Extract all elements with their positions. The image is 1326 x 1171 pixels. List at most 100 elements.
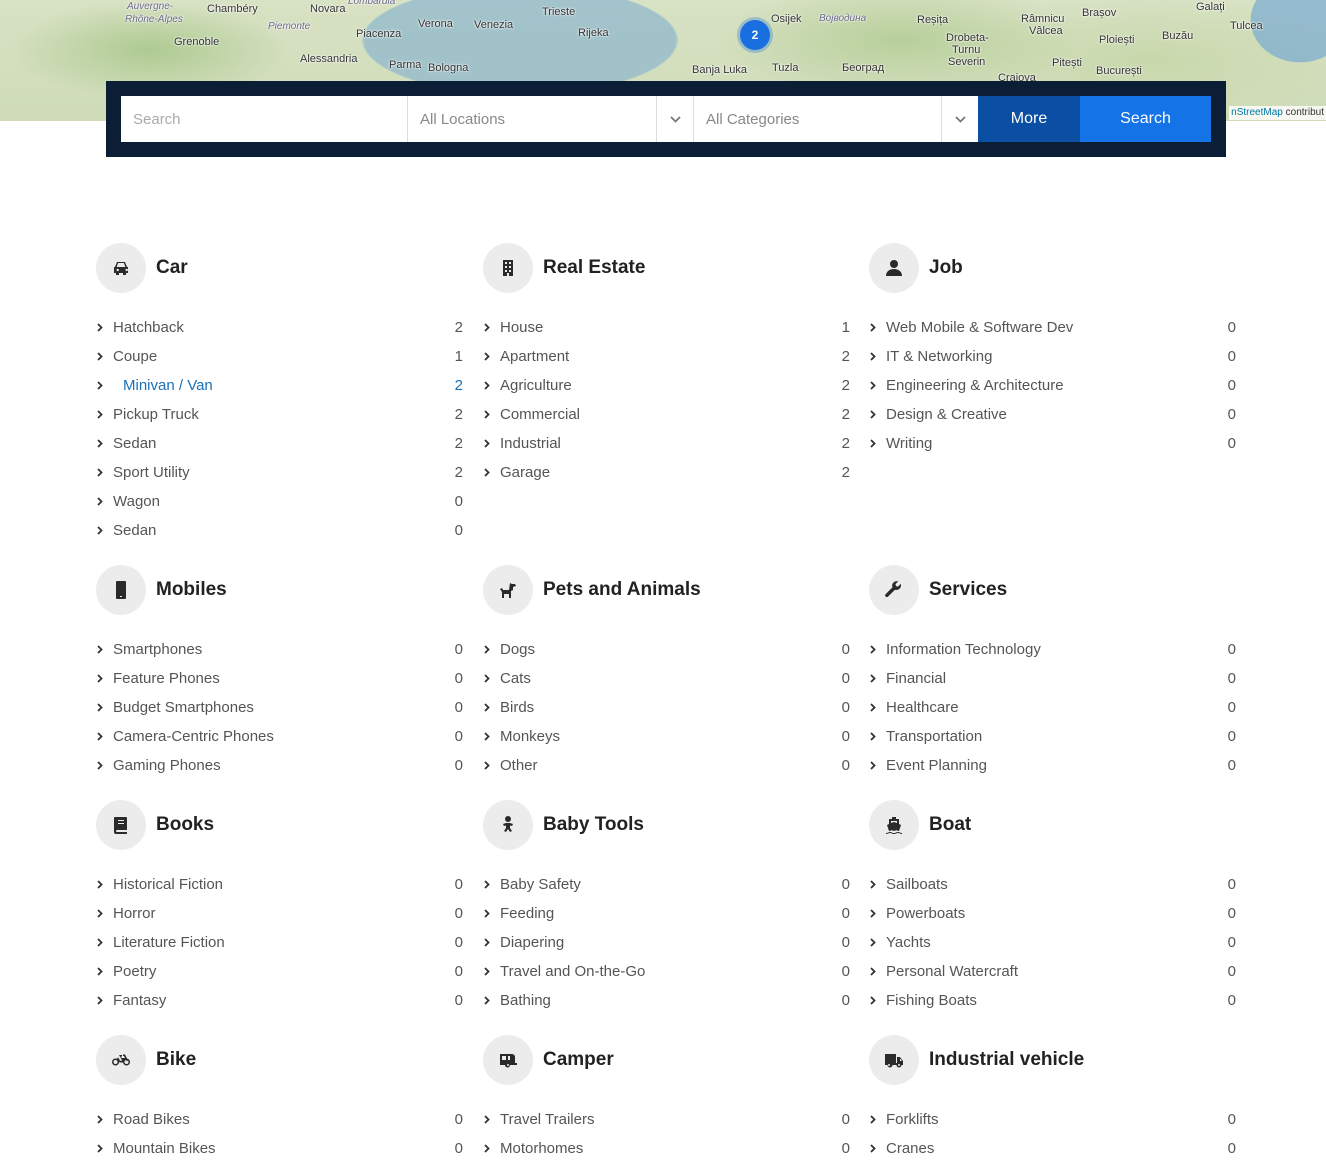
subcategory-link[interactable]: Wagon	[113, 493, 433, 510]
subcategory-item[interactable]: IT & Networking 0	[869, 342, 1236, 371]
subcategory-link[interactable]: Transportation	[886, 728, 1206, 745]
subcategory-link[interactable]: Financial	[886, 670, 1206, 687]
subcategory-link[interactable]: Dogs	[500, 641, 820, 658]
subcategory-link[interactable]: Travel and On-the-Go	[500, 963, 820, 980]
subcategory-link[interactable]: Web Mobile & Software Dev	[886, 319, 1206, 336]
subcategory-item[interactable]: Yachts 0	[869, 928, 1236, 957]
subcategory-link[interactable]: Mountain Bikes	[113, 1140, 433, 1157]
subcategory-item[interactable]: Agriculture 2	[483, 371, 850, 400]
subcategory-link[interactable]: Road Bikes	[113, 1111, 433, 1128]
subcategory-item[interactable]: Literature Fiction 0	[96, 928, 463, 957]
subcategory-item[interactable]: Engineering & Architecture 0	[869, 371, 1236, 400]
subcategory-link[interactable]: Personal Watercraft	[886, 963, 1206, 980]
subcategory-item[interactable]: Commercial 2	[483, 400, 850, 429]
category-title[interactable]: Boat	[929, 814, 971, 836]
subcategory-link[interactable]: House	[500, 319, 820, 336]
subcategory-item[interactable]: Industrial 2	[483, 429, 850, 458]
category-title[interactable]: Mobiles	[156, 579, 227, 601]
subcategory-item[interactable]: Monkeys 0	[483, 722, 850, 751]
category-header[interactable]: Mobiles	[96, 565, 463, 615]
subcategory-link[interactable]: Healthcare	[886, 699, 1206, 716]
subcategory-link[interactable]: Feeding	[500, 905, 820, 922]
subcategory-item[interactable]: Healthcare 0	[869, 693, 1236, 722]
category-header[interactable]: Boat	[869, 800, 1236, 850]
subcategory-item[interactable]: Sedan 2	[96, 429, 463, 458]
subcategory-link[interactable]: Event Planning	[886, 757, 1206, 774]
subcategory-item[interactable]: Hybrid Bikes0	[96, 1163, 463, 1171]
subcategory-link[interactable]: Poetry	[113, 963, 433, 980]
map-cluster-marker[interactable]: 2	[740, 20, 770, 50]
subcategory-item[interactable]: Sport Utility 2	[96, 458, 463, 487]
subcategory-item[interactable]: Bathing 0	[483, 986, 850, 1015]
category-title[interactable]: Car	[156, 257, 188, 279]
subcategory-item[interactable]: Coupe 1	[96, 342, 463, 371]
subcategory-item[interactable]: Historical Fiction 0	[96, 870, 463, 899]
search-button[interactable]: Search	[1080, 96, 1211, 142]
subcategory-item[interactable]: Fantasy 0	[96, 986, 463, 1015]
subcategory-item[interactable]: Budget Smartphones 0	[96, 693, 463, 722]
subcategory-link[interactable]: Historical Fiction	[113, 876, 433, 893]
subcategory-link[interactable]: Cats	[500, 670, 820, 687]
subcategory-item[interactable]: Road Bikes 0	[96, 1105, 463, 1134]
subcategory-link[interactable]: Feature Phones	[113, 670, 433, 687]
subcategory-item[interactable]: Motorhomes 0	[483, 1134, 850, 1163]
subcategory-link[interactable]: Writing	[886, 435, 1206, 452]
subcategory-link[interactable]: Motorhomes	[500, 1140, 820, 1157]
subcategory-item[interactable]: Event Planning 0	[869, 751, 1236, 780]
subcategory-link[interactable]: Budget Smartphones	[113, 699, 433, 716]
subcategory-item[interactable]: Baby Safety 0	[483, 870, 850, 899]
category-header[interactable]: Baby Tools	[483, 800, 850, 850]
subcategory-link[interactable]: Literature Fiction	[113, 934, 433, 951]
subcategory-link[interactable]: Gaming Phones	[113, 757, 433, 774]
category-header[interactable]: Services	[869, 565, 1236, 615]
category-header[interactable]: Bike	[96, 1035, 463, 1085]
subcategory-link[interactable]: Powerboats	[886, 905, 1206, 922]
subcategory-link[interactable]: Bathing	[500, 992, 820, 1009]
category-header[interactable]: Industrial vehicle	[869, 1035, 1236, 1085]
subcategory-item[interactable]: Sedan 0	[96, 516, 463, 545]
subcategory-item[interactable]: House 1	[483, 313, 850, 342]
subcategory-item[interactable]: Feature Phones 0	[96, 664, 463, 693]
subcategory-link[interactable]: Engineering & Architecture	[886, 377, 1206, 394]
subcategory-item[interactable]: Writing 0	[869, 429, 1236, 458]
subcategory-link[interactable]: Camera-Centric Phones	[113, 728, 433, 745]
subcategory-link[interactable]: Industrial	[500, 435, 820, 452]
location-select[interactable]: All Locations	[407, 96, 693, 142]
subcategory-item[interactable]: Other 0	[483, 751, 850, 780]
subcategory-item[interactable]: Wagon 0	[96, 487, 463, 516]
subcategory-link[interactable]: Yachts	[886, 934, 1206, 951]
category-title[interactable]: Industrial vehicle	[929, 1049, 1084, 1071]
category-title[interactable]: Books	[156, 814, 214, 836]
subcategory-link[interactable]: Hatchback	[113, 319, 433, 336]
category-header[interactable]: Job	[869, 243, 1236, 293]
subcategory-link[interactable]: Smartphones	[113, 641, 433, 658]
subcategory-link[interactable]: Travel Trailers	[500, 1111, 820, 1128]
subcategory-link[interactable]: Garage	[500, 464, 820, 481]
category-header[interactable]: Camper	[483, 1035, 850, 1085]
category-title[interactable]: Bike	[156, 1049, 196, 1071]
subcategory-link[interactable]: Commercial	[500, 406, 820, 423]
subcategory-item[interactable]: Travel Trailers 0	[483, 1105, 850, 1134]
search-input[interactable]	[121, 96, 407, 142]
subcategory-item[interactable]: Camera-Centric Phones 0	[96, 722, 463, 751]
subcategory-item[interactable]: Minivan / Van 2	[96, 371, 463, 400]
subcategory-link[interactable]: Cranes	[886, 1140, 1206, 1157]
subcategory-link[interactable]: Fishing Boats	[886, 992, 1206, 1009]
subcategory-item[interactable]: Powerboats 0	[869, 899, 1236, 928]
category-title[interactable]: Job	[929, 257, 963, 279]
category-title[interactable]: Pets and Animals	[543, 579, 701, 601]
subcategory-link[interactable]: Horror	[113, 905, 433, 922]
subcategory-item[interactable]: Cats 0	[483, 664, 850, 693]
subcategory-item[interactable]: Smartphones 0	[96, 635, 463, 664]
subcategory-link[interactable]: Other	[500, 757, 820, 774]
subcategory-link[interactable]: Information Technology	[886, 641, 1206, 658]
subcategory-link[interactable]: Apartment	[500, 348, 820, 365]
subcategory-link[interactable]: Forklifts	[886, 1111, 1206, 1128]
subcategory-item[interactable]: Forklifts 0	[869, 1105, 1236, 1134]
subcategory-item[interactable]: Dogs 0	[483, 635, 850, 664]
subcategory-item[interactable]: Horror 0	[96, 899, 463, 928]
subcategory-item[interactable]: Web Mobile & Software Dev 0	[869, 313, 1236, 342]
subcategory-link[interactable]: Design & Creative	[886, 406, 1206, 423]
subcategory-link[interactable]: Birds	[500, 699, 820, 716]
subcategory-item[interactable]: Travel and On-the-Go 0	[483, 957, 850, 986]
